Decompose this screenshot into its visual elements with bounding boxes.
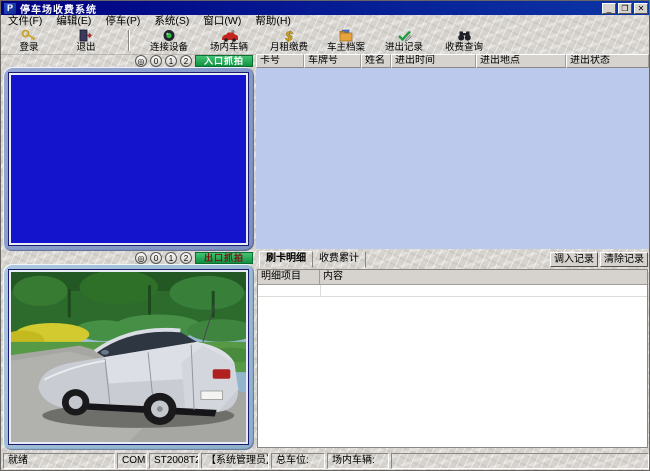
menu-system[interactable]: 系统(S): [147, 15, 196, 28]
column-divider: [320, 285, 321, 297]
menu-window[interactable]: 窗口(W): [196, 15, 248, 28]
menu-parking[interactable]: 停车(P): [98, 15, 147, 28]
tab-fee-total[interactable]: 收费累计: [313, 252, 366, 268]
fee-query-button[interactable]: 收费查询: [433, 29, 495, 53]
entrance-video-screen: [9, 73, 248, 245]
inout-records-button[interactable]: 进出记录: [375, 29, 433, 53]
minimize-button[interactable]: _: [602, 3, 616, 14]
detail-table: 明细项目 内容: [257, 269, 648, 448]
entrance-camera-controls: ◎ 0 1 2 入口抓拍: [3, 54, 254, 67]
logout-button[interactable]: 退出: [62, 29, 110, 53]
monthly-payment-button[interactable]: $ 月租缴费: [260, 29, 318, 53]
cam-select-all-button[interactable]: ◎: [135, 252, 147, 264]
column-content: 内容: [320, 270, 647, 284]
toolbar-label: 车主档案: [327, 43, 365, 53]
clear-records-button[interactable]: 清除记录: [600, 252, 648, 267]
toolbar-label: 连接设备: [150, 43, 188, 53]
menu-help[interactable]: 帮助(H): [248, 15, 298, 28]
status-device-model: ST2008T2: [149, 453, 199, 469]
empty-row: [258, 285, 647, 297]
column-name[interactable]: 姓名: [361, 54, 391, 68]
dollar-icon: $: [283, 29, 295, 42]
detail-table-body: [258, 285, 647, 447]
entrance-camera-panel: ◎ 0 1 2 入口抓拍: [3, 54, 254, 251]
app-icon: P: [4, 3, 16, 14]
cam-2-button[interactable]: 2: [180, 55, 192, 67]
close-button[interactable]: ✕: [634, 3, 648, 14]
app-window: P 停车场收费系统 _ ❐ ✕ 文件(F) 编辑(E) 停车(P) 系统(S) …: [0, 0, 650, 471]
record-buttons: 调入记录 清除记录: [550, 252, 648, 268]
detail-section: 刷卡明细 收费累计 调入记录 清除记录 明细项目 内容: [256, 251, 649, 450]
binoculars-icon: [457, 29, 472, 42]
status-operator: 【系统管理员】: [201, 453, 269, 469]
status-com-port: COM1: [117, 453, 147, 469]
toolbar: 登录 退出 连接设备 场内车辆 $ 月租缴费: [1, 28, 650, 55]
toolbar-label: 进出记录: [385, 43, 423, 53]
status-inside-vehicles: 场内车辆:: [327, 453, 389, 469]
entrance-capture-badge: 入口抓拍: [195, 55, 253, 67]
exit-camera-controls: ◎ 0 1 2 出口抓拍: [3, 251, 254, 264]
cam-2-button[interactable]: 2: [180, 252, 192, 264]
exit-door-icon: [79, 29, 93, 42]
records-header-row: 卡号 车牌号 姓名 进出时间 进出地点 进出状态: [256, 54, 649, 68]
column-inout-place[interactable]: 进出地点: [476, 54, 566, 68]
connect-device-button[interactable]: 连接设备: [140, 29, 198, 53]
svg-text:$: $: [284, 29, 293, 42]
captured-car-photo: [11, 272, 246, 442]
cam-1-button[interactable]: 1: [165, 252, 177, 264]
column-detail-item: 明细项目: [258, 270, 320, 284]
toolbar-label: 月租缴费: [270, 43, 308, 53]
tab-card-detail[interactable]: 刷卡明细: [259, 251, 313, 268]
exit-camera-panel: ◎ 0 1 2 出口抓拍: [3, 251, 254, 450]
vehicles-inside-button[interactable]: 场内车辆: [200, 29, 258, 53]
records-body: [256, 68, 649, 249]
column-inout-status[interactable]: 进出状态: [566, 54, 649, 68]
exit-video-screen: [9, 270, 248, 444]
toolbar-label: 收费查询: [445, 43, 483, 53]
red-car-icon: [220, 29, 238, 42]
login-button[interactable]: 登录: [5, 29, 53, 53]
exit-video-frame: [3, 264, 254, 450]
load-records-button[interactable]: 调入记录: [550, 252, 598, 267]
menu-bar: 文件(F) 编辑(E) 停车(P) 系统(S) 窗口(W) 帮助(H): [1, 15, 650, 28]
status-bar: 就绪 COM1 ST2008T2 【系统管理员】 总车位: 场内车辆:: [1, 452, 650, 470]
menu-file[interactable]: 文件(F): [1, 15, 49, 28]
cam-0-button[interactable]: 0: [150, 55, 162, 67]
toolbar-label: 登录: [19, 43, 38, 53]
entrance-video-frame: [3, 67, 254, 251]
inout-records-table: 卡号 车牌号 姓名 进出时间 进出地点 进出状态: [256, 54, 649, 249]
toolbar-separator: [128, 30, 130, 51]
status-extra: [391, 453, 649, 469]
maximize-button[interactable]: ❐: [618, 3, 632, 14]
toolbar-label: 退出: [76, 43, 95, 53]
title-bar: P 停车场收费系统 _ ❐ ✕: [1, 1, 650, 15]
cam-select-all-button[interactable]: ◎: [135, 55, 147, 67]
page-title: 停车场收费系统: [20, 1, 97, 16]
status-total-spaces: 总车位:: [271, 453, 325, 469]
exit-capture-badge: 出口抓拍: [195, 252, 253, 264]
folder-icon: [338, 29, 354, 42]
cam-1-button[interactable]: 1: [165, 55, 177, 67]
window-controls: _ ❐ ✕: [602, 3, 650, 14]
menu-edit[interactable]: 编辑(E): [49, 15, 98, 28]
device-lens-icon: [162, 29, 176, 42]
detail-tabs: 刷卡明细 收费累计 调入记录 清除记录: [256, 251, 649, 268]
column-plate-no[interactable]: 车牌号: [304, 54, 361, 68]
column-inout-time[interactable]: 进出时间: [391, 54, 476, 68]
status-ready: 就绪: [3, 453, 115, 469]
detail-header-row: 明细项目 内容: [258, 270, 647, 285]
toolbar-label: 场内车辆: [210, 43, 248, 53]
key-icon: [21, 29, 37, 42]
owner-files-button[interactable]: 车主档案: [317, 29, 375, 53]
column-card-no[interactable]: 卡号: [256, 54, 304, 68]
check-pencil-icon: [397, 29, 412, 42]
cam-0-button[interactable]: 0: [150, 252, 162, 264]
